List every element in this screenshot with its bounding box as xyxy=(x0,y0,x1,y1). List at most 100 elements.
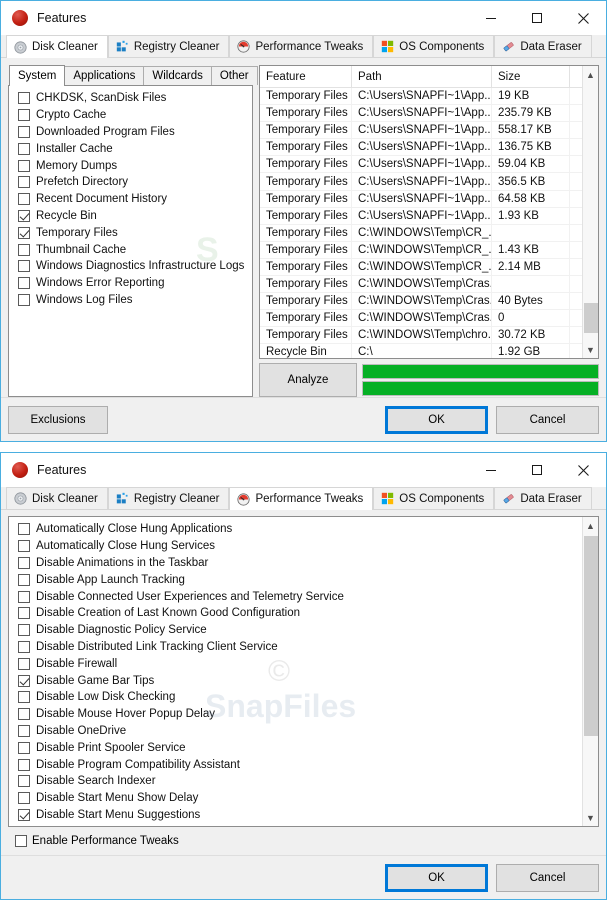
checkbox[interactable] xyxy=(18,708,30,721)
checkbox[interactable] xyxy=(18,691,30,704)
checklist-item[interactable]: Automatically Close Hung Applications xyxy=(9,521,582,538)
subtab-applications[interactable]: Applications xyxy=(64,66,145,85)
analyze-button[interactable]: Analyze xyxy=(259,363,357,397)
checkbox[interactable] xyxy=(18,540,30,553)
close-icon[interactable] xyxy=(560,453,606,487)
checklist-item[interactable]: Disable Connected User Experiences and T… xyxy=(9,588,582,605)
scroll-up-icon[interactable]: ▲ xyxy=(583,517,599,534)
table-row[interactable]: Temporary Files C:\Users\SNAPFI~1\App... 1… xyxy=(260,139,582,157)
checklist-item[interactable]: Windows Error Reporting xyxy=(9,275,252,292)
exclusions-button[interactable]: Exclusions xyxy=(8,405,108,434)
checklist-item[interactable]: Disable Suggested Content in the Setting… xyxy=(9,823,582,826)
scan-results-grid[interactable]: Feature Path Size Temporary Files C:\User… xyxy=(259,65,599,359)
checklist-item[interactable]: Memory Dumps xyxy=(9,157,252,174)
table-row[interactable]: Temporary Files C:\WINDOWS\Temp\CR_... xyxy=(260,224,582,242)
ok-button[interactable]: OK xyxy=(385,405,488,434)
ok-button[interactable]: OK xyxy=(385,863,488,892)
scroll-down-icon[interactable]: ▼ xyxy=(583,809,599,826)
tab-performance-tweaks[interactable]: Performance Tweaks xyxy=(229,35,374,57)
table-row[interactable]: Temporary Files C:\WINDOWS\Temp\CR_... 1.4… xyxy=(260,241,582,259)
checklist-item[interactable]: Prefetch Directory xyxy=(9,174,252,191)
enable-performance-tweaks-row[interactable]: Enable Performance Tweaks xyxy=(8,827,599,855)
table-row[interactable]: Recycle Bin C:\ 1.92 GB xyxy=(260,344,582,358)
checkbox[interactable] xyxy=(18,573,30,586)
table-row[interactable]: Temporary Files C:\Users\SNAPFI~1\App... 5… xyxy=(260,122,582,140)
checklist-item[interactable]: Windows Diagnostics Infrastructure Logs xyxy=(9,258,252,275)
tab-data-eraser[interactable]: Data Eraser xyxy=(494,35,592,57)
cancel-button[interactable]: Cancel xyxy=(496,863,599,892)
checkbox[interactable] xyxy=(18,226,30,239)
enable-performance-tweaks-checkbox[interactable] xyxy=(15,835,27,847)
checklist-item[interactable]: Installer Cache xyxy=(9,140,252,157)
checkbox[interactable] xyxy=(18,556,30,569)
table-row[interactable]: Temporary Files C:\WINDOWS\Temp\CR_... 2.1… xyxy=(260,258,582,277)
checkbox[interactable] xyxy=(18,775,30,788)
checklist-item[interactable]: Disable Start Menu Suggestions xyxy=(9,807,582,824)
checklist-item[interactable]: Downloaded Program Files xyxy=(9,124,252,141)
checklist-item[interactable]: Disable Mouse Hover Popup Delay xyxy=(9,706,582,723)
table-row[interactable]: Temporary Files C:\Users\SNAPFI~1\App... 1… xyxy=(260,207,582,225)
checkbox[interactable] xyxy=(18,657,30,670)
table-row[interactable]: Temporary Files C:\WINDOWS\Temp\Cras... xyxy=(260,276,582,294)
checklist-item[interactable]: Disable Print Spooler Service xyxy=(9,739,582,756)
tab-os-components[interactable]: OS Components xyxy=(373,487,495,509)
tab-registry-cleaner[interactable]: Registry Cleaner xyxy=(107,487,230,509)
checklist-item[interactable]: Disable Start Menu Show Delay xyxy=(9,790,582,807)
table-row[interactable]: Temporary Files C:\WINDOWS\Temp\Cras... 0 xyxy=(260,310,582,328)
checkbox[interactable] xyxy=(18,159,30,172)
table-row[interactable]: Temporary Files C:\Users\SNAPFI~1\App... 3… xyxy=(260,173,582,191)
table-row[interactable]: Temporary Files C:\WINDOWS\Temp\Cras... 40… xyxy=(260,293,582,311)
checkbox[interactable] xyxy=(18,176,30,189)
subtab-other[interactable]: Other xyxy=(210,66,258,85)
table-row[interactable]: Temporary Files C:\Users\SNAPFI~1\App... 5… xyxy=(260,156,582,174)
checklist-item[interactable]: Disable Animations in the Taskbar xyxy=(9,555,582,572)
checkbox[interactable] xyxy=(18,260,30,273)
system-feature-checklist[interactable]: CHKDSK, ScanDisk Files Crypto Cache Downlo… xyxy=(8,85,253,397)
tab-performance-tweaks[interactable]: Performance Tweaks xyxy=(229,487,374,510)
checklist-item[interactable]: Disable Game Bar Tips xyxy=(9,672,582,689)
tab-data-eraser[interactable]: Data Eraser xyxy=(494,487,592,509)
scroll-down-icon[interactable]: ▼ xyxy=(583,341,599,358)
checklist-item[interactable]: Disable App Launch Tracking xyxy=(9,571,582,588)
checkbox[interactable] xyxy=(18,92,30,105)
checklist-item[interactable]: Thumbnail Cache xyxy=(9,241,252,258)
checklist-item[interactable]: Disable Creation of Last Known Good Conf… xyxy=(9,605,582,622)
grid-vertical-scrollbar[interactable]: ▲ ▼ xyxy=(582,66,598,358)
checklist-item[interactable]: Temporary Files xyxy=(9,224,252,241)
checkbox[interactable] xyxy=(18,523,30,536)
minimize-icon[interactable] xyxy=(468,1,514,35)
subtab-wildcards[interactable]: Wildcards xyxy=(143,66,212,85)
tweaks-vertical-scrollbar[interactable]: ▲ ▼ xyxy=(582,517,598,826)
table-row[interactable]: Temporary Files C:\Users\SNAPFI~1\App... 2… xyxy=(260,105,582,123)
tab-registry-cleaner[interactable]: Registry Cleaner xyxy=(107,35,230,57)
column-header-path[interactable]: Path xyxy=(352,66,492,87)
scroll-track[interactable] xyxy=(583,83,599,341)
checkbox[interactable] xyxy=(18,243,30,256)
scroll-up-icon[interactable]: ▲ xyxy=(583,66,599,83)
checkbox[interactable] xyxy=(18,293,30,306)
checklist-item[interactable]: Recent Document History xyxy=(9,191,252,208)
checklist-item[interactable]: Disable Diagnostic Policy Service xyxy=(9,622,582,639)
scroll-thumb[interactable] xyxy=(583,536,598,736)
subtab-system[interactable]: System xyxy=(9,65,66,86)
checklist-item[interactable]: CHKDSK, ScanDisk Files xyxy=(9,90,252,107)
checkbox[interactable] xyxy=(18,792,30,805)
checkbox[interactable] xyxy=(18,607,30,620)
tweaks-list-container[interactable]: Automatically Close Hung Applications Aut… xyxy=(8,516,599,827)
maximize-icon[interactable] xyxy=(514,453,560,487)
checklist-item[interactable]: Recycle Bin xyxy=(9,208,252,225)
checkbox[interactable] xyxy=(18,142,30,155)
checklist-item[interactable]: Disable Distributed Link Tracking Client… xyxy=(9,639,582,656)
tab-os-components[interactable]: OS Components xyxy=(373,35,495,57)
scroll-track[interactable] xyxy=(583,534,599,809)
checkbox[interactable] xyxy=(18,277,30,290)
table-row[interactable]: Temporary Files C:\WINDOWS\Temp\chro... 30… xyxy=(260,327,582,345)
checklist-item[interactable]: Automatically Close Hung Services xyxy=(9,538,582,555)
checkbox[interactable] xyxy=(18,640,30,653)
checkbox[interactable] xyxy=(18,674,30,687)
minimize-icon[interactable] xyxy=(468,453,514,487)
checkbox[interactable] xyxy=(18,741,30,754)
cancel-button[interactable]: Cancel xyxy=(496,405,599,434)
checklist-item[interactable]: Disable Search Indexer xyxy=(9,773,582,790)
checkbox[interactable] xyxy=(18,758,30,771)
